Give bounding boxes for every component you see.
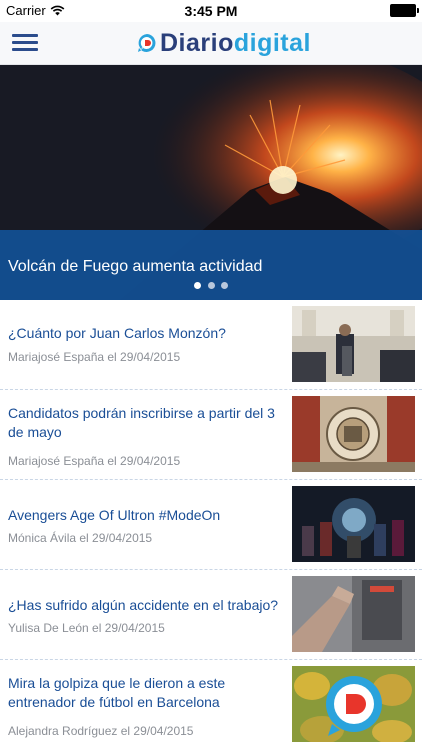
app-logo[interactable]: Diariodigital [136, 28, 311, 58]
news-thumbnail[interactable] [292, 576, 415, 652]
status-right [390, 4, 419, 17]
news-title[interactable]: Mira la golpiza que le dieron a este ent… [8, 674, 280, 712]
logo-text-part2: digital [233, 28, 311, 57]
news-title[interactable]: ¿Cuánto por Juan Carlos Monzón? [8, 324, 280, 343]
menu-button[interactable] [12, 34, 38, 54]
avengers-image [292, 486, 415, 562]
status-bar: Carrier 3:45 PM [0, 0, 422, 22]
carousel-dot[interactable] [194, 282, 202, 289]
battery-icon [390, 4, 419, 17]
nav-bar: Diariodigital [0, 22, 422, 65]
news-thumbnail[interactable] [292, 396, 415, 472]
press-conference-image [292, 306, 415, 382]
news-item[interactable]: Candidatos podrán inscribirse a partir d… [0, 390, 422, 480]
news-meta: Mariajosé España el 29/04/2015 [8, 350, 181, 364]
news-meta: Mónica Ávila el 29/04/2015 [8, 531, 153, 545]
news-meta: Yulisa De León el 29/04/2015 [8, 621, 165, 635]
news-thumbnail[interactable] [292, 666, 415, 742]
logo-text: Diariodigital [160, 29, 311, 58]
news-item[interactable]: ¿Has sufrido algún accidente en el traba… [0, 570, 422, 660]
carousel-dot[interactable] [207, 282, 215, 289]
news-item[interactable]: Mira la golpiza que le dieron a este ent… [0, 660, 422, 749]
news-item[interactable]: ¿Cuánto por Juan Carlos Monzón? Mariajos… [0, 300, 422, 390]
news-item[interactable]: Avengers Age Of Ultron #ModeOn Mónica Áv… [0, 480, 422, 570]
hero-caption-band: Volcán de Fuego aumenta actividad [0, 230, 422, 300]
tribunal-emblem-image [292, 396, 415, 472]
news-title[interactable]: Avengers Age Of Ultron #ModeOn [8, 506, 280, 525]
news-meta: Mariajosé España el 29/04/2015 [8, 454, 181, 468]
logo-mark-icon [138, 34, 156, 52]
carousel-dots [0, 276, 422, 294]
hero-title[interactable]: Volcán de Fuego aumenta actividad [8, 258, 262, 276]
menu-line [12, 48, 38, 51]
logo-text-part1: Diario [160, 28, 234, 57]
menu-line [12, 34, 38, 37]
work-accident-image [292, 576, 415, 652]
news-list: ¿Cuánto por Juan Carlos Monzón? Mariajos… [0, 300, 422, 749]
carousel-dot[interactable] [220, 282, 228, 289]
placeholder-logo-image [292, 666, 415, 742]
news-title[interactable]: ¿Has sufrido algún accidente en el traba… [8, 596, 280, 615]
featured-story[interactable]: Volcán de Fuego aumenta actividad [0, 65, 422, 300]
news-meta: Alejandra Rodríguez el 29/04/2015 [8, 724, 194, 738]
news-thumbnail[interactable] [292, 486, 415, 562]
news-thumbnail[interactable] [292, 306, 415, 382]
news-title[interactable]: Candidatos podrán inscribirse a partir d… [8, 404, 280, 442]
status-time: 3:45 PM [184, 3, 238, 19]
menu-line [12, 41, 38, 44]
